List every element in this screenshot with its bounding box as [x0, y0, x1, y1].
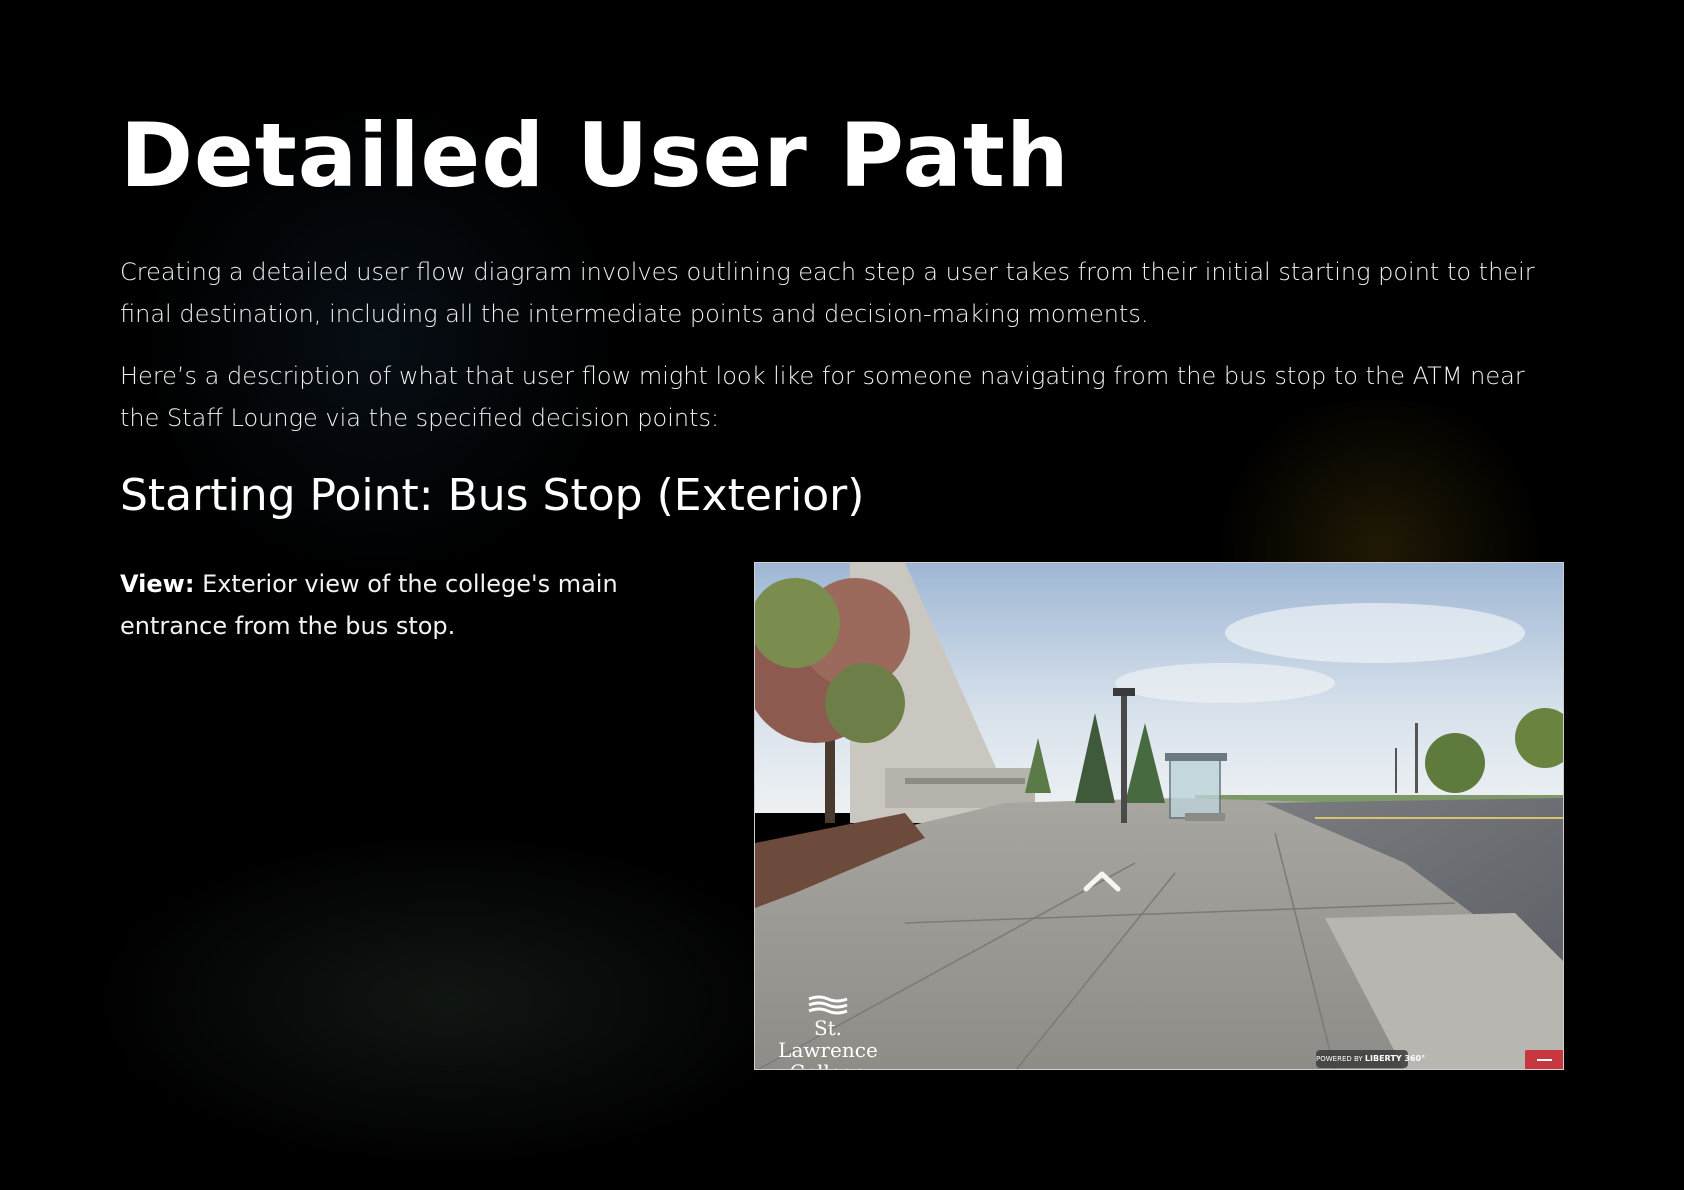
college-logo: St. Lawrence College — [763, 995, 893, 1069]
powered-brand: LIBERTY 360° — [1364, 1054, 1426, 1063]
minimize-button[interactable] — [1525, 1050, 1563, 1069]
background-glow-green — [90, 830, 810, 1170]
view-text: Exterior view of the college's main entr… — [120, 570, 618, 640]
intro-paragraph-2: Here’s a description of what that user f… — [120, 362, 1525, 432]
view-label: View: — [120, 570, 195, 598]
intro-paragraph-1: Creating a detailed user flow diagram in… — [120, 258, 1535, 328]
logo-line-2: College — [763, 1061, 893, 1069]
page-title: Detailed User Path — [120, 104, 1070, 207]
waves-icon — [808, 995, 848, 1015]
logo-line-1: St. Lawrence — [778, 1016, 878, 1062]
view-description: View: Exterior view of the college's mai… — [120, 563, 700, 647]
powered-by-badge[interactable]: POWERED BY LIBERTY 360° — [1316, 1050, 1425, 1068]
chevron-up-icon[interactable] — [1080, 865, 1124, 895]
panorama-viewer[interactable]: St. Lawrence College POWERED BY LIBERTY … — [754, 562, 1564, 1070]
panorama-image — [755, 563, 1563, 1069]
powered-prefix: POWERED BY — [1316, 1055, 1363, 1063]
section-heading: Starting Point: Bus Stop (Exterior) — [120, 470, 865, 521]
